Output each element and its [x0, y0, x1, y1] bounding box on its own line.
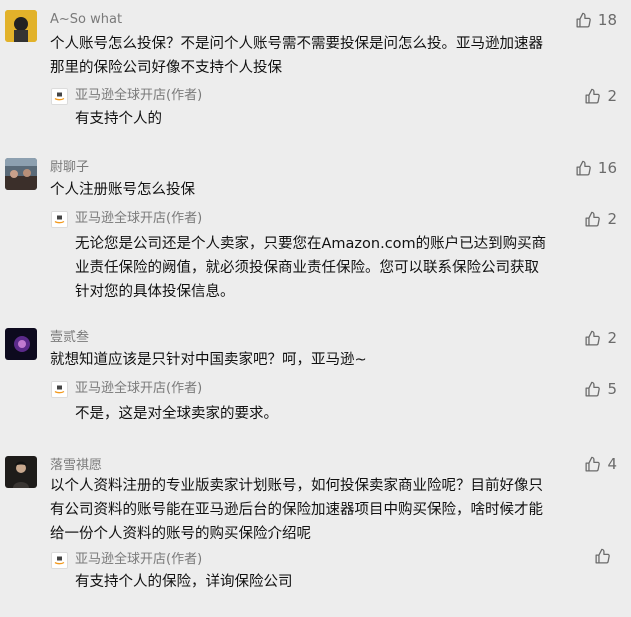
thumbs-up-icon: [585, 330, 601, 346]
comment-author[interactable]: A~So what: [50, 11, 122, 29]
avatar[interactable]: [5, 10, 37, 42]
thumbs-up-icon: [576, 160, 591, 176]
reply-author[interactable]: 亚马逊全球开店(作者): [75, 380, 202, 398]
thumbs-up-icon: [585, 88, 601, 104]
like-count: 18: [597, 11, 617, 29]
thumbs-up-icon: [576, 12, 591, 28]
like-count: 2: [607, 87, 617, 105]
author-avatar: [51, 381, 68, 398]
like-button[interactable]: 2: [584, 328, 617, 348]
reply-text: 不是，这是对全球卖家的要求。: [75, 402, 615, 426]
thumbs-up-icon: [585, 381, 601, 397]
like-button[interactable]: 4: [584, 454, 617, 474]
like-count: 4: [607, 455, 617, 473]
like-button[interactable]: 5: [584, 379, 617, 399]
like-button[interactable]: 2: [584, 86, 617, 106]
reply-author[interactable]: 亚马逊全球开店(作者): [75, 551, 202, 569]
comment-author[interactable]: 落雪祺愿: [50, 457, 102, 475]
author-avatar: [51, 88, 68, 105]
thumbs-up-icon: [585, 211, 601, 227]
like-button[interactable]: 18: [575, 10, 617, 30]
comment-text: 个人账号怎么投保？不是问个人账号需不需要投保是问怎么投。亚马逊加速器 那里的保险…: [50, 32, 615, 80]
comment-text-line: 有公司资料的账号能在亚马逊后台的保险加速器项目中购买保险，啥时候才能: [50, 502, 543, 518]
like-count: 16: [597, 159, 617, 177]
reply-text: 无论您是公司还是个人卖家，只要您在Amazon.com的账户已达到购买商 业责任…: [75, 232, 615, 304]
comment-text-line: 个人账号怎么投保？不是问个人账号需不需要投保是问怎么投。亚马逊加速器: [50, 36, 543, 52]
author-avatar: [51, 552, 68, 569]
comment-text-line: 那里的保险公司好像不支持个人投保: [50, 60, 282, 76]
author-avatar: [51, 211, 68, 228]
reply-text: 有支持个人的保险，详询保险公司: [75, 570, 615, 594]
like-count: 2: [607, 210, 617, 228]
reply-text-line: 不是，这是对全球卖家的要求。: [75, 406, 278, 422]
reply-text-line: 有支持个人的保险，详询保险公司: [75, 574, 293, 590]
reply-text: 有支持个人的: [75, 107, 615, 131]
thumbs-up-icon: [595, 548, 610, 564]
thumbs-up-icon: [585, 456, 601, 472]
reply-text-line: 无论您是公司还是个人卖家，只要您在Amazon.com的账户已达到购买商: [75, 236, 547, 252]
reply-author[interactable]: 亚马逊全球开店(作者): [75, 87, 202, 105]
comment-text-line: 以个人资料注册的专业版卖家计划账号，如何投保卖家商业险呢？目前好像只: [50, 478, 543, 494]
avatar[interactable]: [5, 158, 37, 190]
comment-author[interactable]: 尉聊子: [50, 159, 89, 177]
comment-text-line: 就想知道应该是只针对中国卖家吧？呵，亚马逊~: [50, 352, 367, 368]
comment-text-line: 个人注册账号怎么投保: [50, 182, 195, 198]
like-button[interactable]: 16: [575, 158, 617, 178]
reply-author[interactable]: 亚马逊全球开店(作者): [75, 210, 202, 228]
like-button[interactable]: [594, 548, 617, 565]
like-count: 5: [607, 380, 617, 398]
reply-text-line: 业责任保险的阙值，就必须投保商业责任保险。您可以联系保险公司获取: [75, 260, 539, 276]
avatar[interactable]: [5, 328, 37, 360]
comment-text-line: 给一份个人资料的账号的购买保险介绍呢: [50, 526, 311, 542]
comment-text: 个人注册账号怎么投保: [50, 178, 615, 202]
like-button[interactable]: 2: [584, 209, 617, 229]
avatar[interactable]: [5, 456, 37, 488]
reply-text-line: 有支持个人的: [75, 111, 162, 127]
reply-text-line: 针对您的具体投保信息。: [75, 284, 235, 300]
like-count: 2: [607, 329, 617, 347]
comment-text: 以个人资料注册的专业版卖家计划账号，如何投保卖家商业险呢？目前好像只 有公司资料…: [50, 474, 615, 546]
comment-author[interactable]: 壹贰叁: [50, 329, 89, 347]
comment-text: 就想知道应该是只针对中国卖家吧？呵，亚马逊~: [50, 348, 615, 372]
